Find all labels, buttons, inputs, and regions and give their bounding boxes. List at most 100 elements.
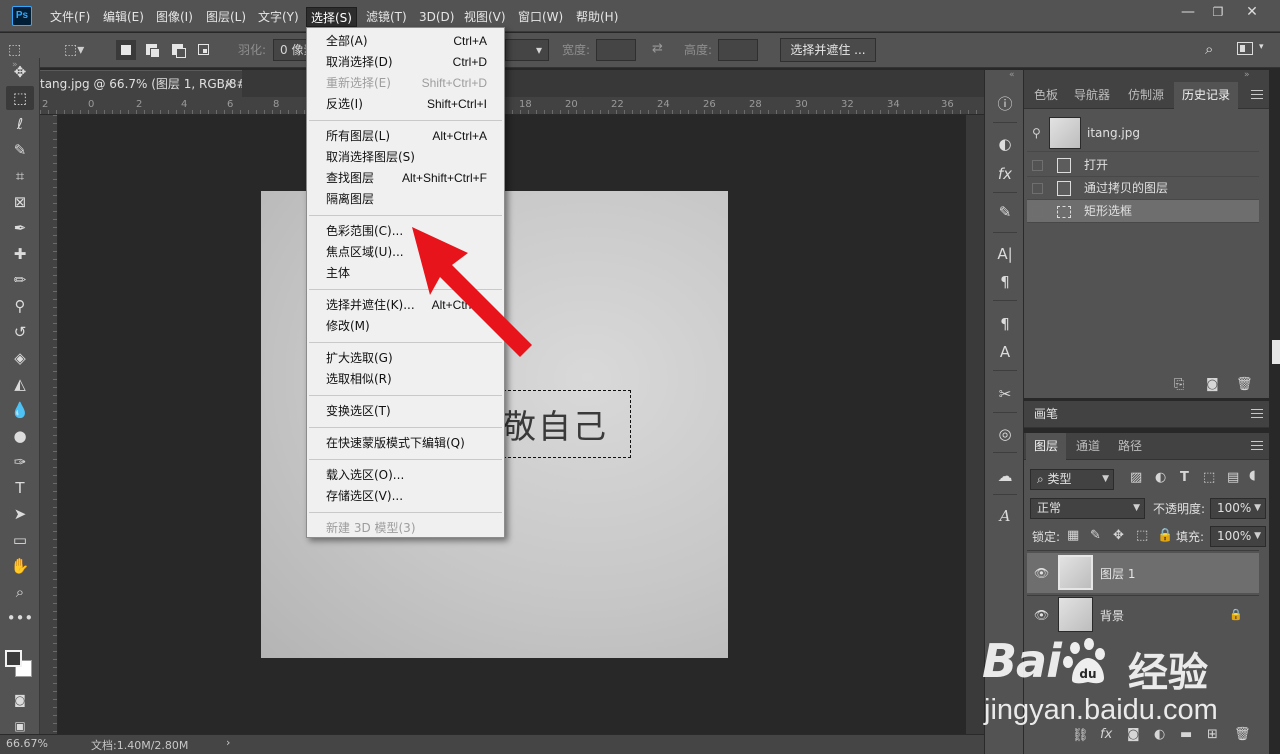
style-dropdown[interactable]: ▾ <box>505 39 549 61</box>
select-menu-item[interactable]: 变换选区(T) <box>307 401 504 422</box>
tab-layers[interactable]: 图层 <box>1026 433 1067 460</box>
adjustments-icon[interactable]: ◐ <box>992 132 1018 156</box>
panel-menu-icon[interactable] <box>1251 441 1263 450</box>
select-menu-item[interactable]: 全部(A) Ctrl+A <box>307 31 504 52</box>
move-tool-icon[interactable]: ✥ <box>6 60 34 84</box>
tab-navigator[interactable]: 导航器 <box>1066 82 1118 109</box>
filter-toggle-icon[interactable]: ◖ <box>1249 468 1256 483</box>
filter-type-icon[interactable]: T <box>1180 470 1189 485</box>
frame-icon[interactable]: ⊠ <box>6 190 34 214</box>
tab-brush[interactable]: 画笔 <box>1026 401 1066 428</box>
visibility-eye-icon[interactable]: 👁 <box>1034 566 1049 580</box>
opacity-input[interactable]: 100% ▼ <box>1210 498 1266 519</box>
intersect-selection-icon[interactable] <box>194 40 214 60</box>
lock-transparent-icon[interactable]: ▦ <box>1067 528 1079 543</box>
history-step[interactable]: 通过拷贝的图层 <box>1027 177 1259 200</box>
glyphs-icon[interactable]: A <box>992 504 1018 528</box>
rectangular-marquee-icon[interactable]: ⬚ <box>6 86 34 110</box>
close-icon[interactable]: ✕ <box>1236 0 1268 24</box>
blur-icon[interactable]: 💧 <box>6 398 34 422</box>
document-tab[interactable]: tang.jpg @ 66.7% (图层 1, RGB/8#) * × <box>40 70 242 97</box>
trash-icon[interactable]: 🗑 <box>1236 377 1253 392</box>
filter-pixel-icon[interactable]: ▨ <box>1130 470 1142 485</box>
workspace-caret-icon[interactable]: ▾ <box>1259 42 1264 52</box>
brush-icon[interactable]: ✏ <box>6 268 34 292</box>
height-input[interactable] <box>718 39 758 61</box>
history-step[interactable]: 打开 <box>1027 154 1259 177</box>
tab-paths[interactable]: 路径 <box>1110 433 1150 460</box>
menu-view[interactable]: 视图(V) <box>460 7 510 27</box>
pen-icon[interactable]: ✑ <box>6 450 34 474</box>
menu-filter[interactable]: 滤镜(T) <box>362 7 411 27</box>
libraries-icon[interactable]: ◎ <box>992 422 1018 446</box>
paragraph-styles-icon[interactable]: ¶ <box>992 312 1018 336</box>
tab-clone-source[interactable]: 仿制源 <box>1120 82 1172 109</box>
side-handle[interactable] <box>1272 340 1280 364</box>
info-icon[interactable]: ⓘ <box>992 92 1018 116</box>
width-input[interactable] <box>596 39 636 61</box>
new-document-from-state-icon[interactable]: ⎘ <box>1174 377 1184 392</box>
layer-row[interactable]: 👁 背景 🔒 <box>1027 595 1259 635</box>
hand-icon[interactable]: ✋ <box>6 554 34 578</box>
foreground-color-swatch[interactable] <box>5 650 22 667</box>
rectangle-icon[interactable]: ▭ <box>6 528 34 552</box>
collapse-icon[interactable]: « <box>1009 70 1015 80</box>
filter-adjustment-icon[interactable]: ◐ <box>1155 470 1166 485</box>
crop-icon[interactable]: ⌗ <box>6 164 34 188</box>
history-step[interactable]: 矩形选框 <box>1027 200 1259 223</box>
select-menu-item[interactable]: 载入选区(O)... <box>307 465 504 486</box>
filter-shape-icon[interactable]: ⬚ <box>1203 470 1215 485</box>
history-brush-source-icon[interactable]: ⚲ <box>1032 114 1041 152</box>
add-selection-icon[interactable] <box>142 40 162 60</box>
menu-3d[interactable]: 3D(D) <box>415 7 458 27</box>
character-icon[interactable]: A| <box>992 242 1018 266</box>
menu-layer[interactable]: 图层(L) <box>202 7 250 27</box>
path-select-icon[interactable]: ➤ <box>6 502 34 526</box>
search-icon[interactable]: ⌕ <box>1205 40 1213 58</box>
tool-presets-icon[interactable]: ✂ <box>992 382 1018 406</box>
tab-channels[interactable]: 通道 <box>1068 433 1108 460</box>
character-styles-icon[interactable]: A <box>992 340 1018 364</box>
tab-swatches[interactable]: 色板 <box>1026 82 1066 109</box>
layer-row[interactable]: 👁 图层 1 <box>1027 553 1259 593</box>
menu-select[interactable]: 选择(S) <box>306 7 357 27</box>
zoom-icon[interactable]: ⌕ <box>6 580 34 604</box>
swap-icon[interactable]: ⇄ <box>652 41 663 56</box>
tab-history[interactable]: 历史记录 <box>1174 82 1239 109</box>
select-menu-item[interactable]: 在快速蒙版模式下编辑(Q) <box>307 433 504 454</box>
zoom-level[interactable]: 66.67% <box>6 737 48 750</box>
eraser-icon[interactable]: ◈ <box>6 346 34 370</box>
lock-artboard-icon[interactable]: ⬚ <box>1136 528 1148 543</box>
lock-image-icon[interactable]: ✎ <box>1090 528 1101 543</box>
visibility-eye-icon[interactable]: 👁 <box>1034 608 1049 622</box>
collapse-icon[interactable]: » <box>1244 70 1250 80</box>
feather-input[interactable]: 0 像素 <box>273 39 309 61</box>
menu-image[interactable]: 图像(I) <box>152 7 197 27</box>
layer-filter-dropdown[interactable]: ⌕ 类型 ▼ <box>1030 469 1114 490</box>
filter-smart-object-icon[interactable]: ▤ <box>1227 470 1239 485</box>
quick-mask-icon[interactable]: ◙ <box>6 688 34 712</box>
menu-window[interactable]: 窗口(W) <box>514 7 567 27</box>
lock-all-icon[interactable]: 🔒 <box>1157 528 1173 543</box>
close-tab-icon[interactable]: × <box>224 71 234 97</box>
eyedropper-icon[interactable]: ✒ <box>6 216 34 240</box>
workspace-icon[interactable] <box>1237 42 1253 55</box>
menu-help[interactable]: 帮助(H) <box>572 7 622 27</box>
dodge-icon[interactable]: ● <box>6 424 34 448</box>
select-menu-item[interactable]: 隔离图层 <box>307 189 504 210</box>
styles-icon[interactable]: fx <box>992 162 1018 186</box>
clone-stamp-icon[interactable]: ⚲ <box>6 294 34 318</box>
history-brush-icon[interactable]: ↺ <box>6 320 34 344</box>
brush-settings-icon[interactable]: ✎ <box>992 200 1018 224</box>
status-menu-arrow-icon[interactable]: › <box>226 736 230 749</box>
history-snapshot[interactable]: ⚲ itang.jpg <box>1027 114 1259 152</box>
select-menu-item[interactable]: 选取相似(R) <box>307 369 504 390</box>
fill-input[interactable]: 100% ▼ <box>1210 526 1266 547</box>
type-tool-icon[interactable]: T <box>6 476 34 500</box>
quick-select-icon[interactable]: ✎ <box>6 138 34 162</box>
paragraph-icon[interactable]: ¶ <box>992 270 1018 294</box>
lasso-icon[interactable]: ℓ <box>6 112 34 136</box>
healing-brush-icon[interactable]: ✚ <box>6 242 34 266</box>
new-selection-icon[interactable] <box>116 40 136 60</box>
select-menu-item[interactable]: 存储选区(V)... <box>307 486 504 507</box>
